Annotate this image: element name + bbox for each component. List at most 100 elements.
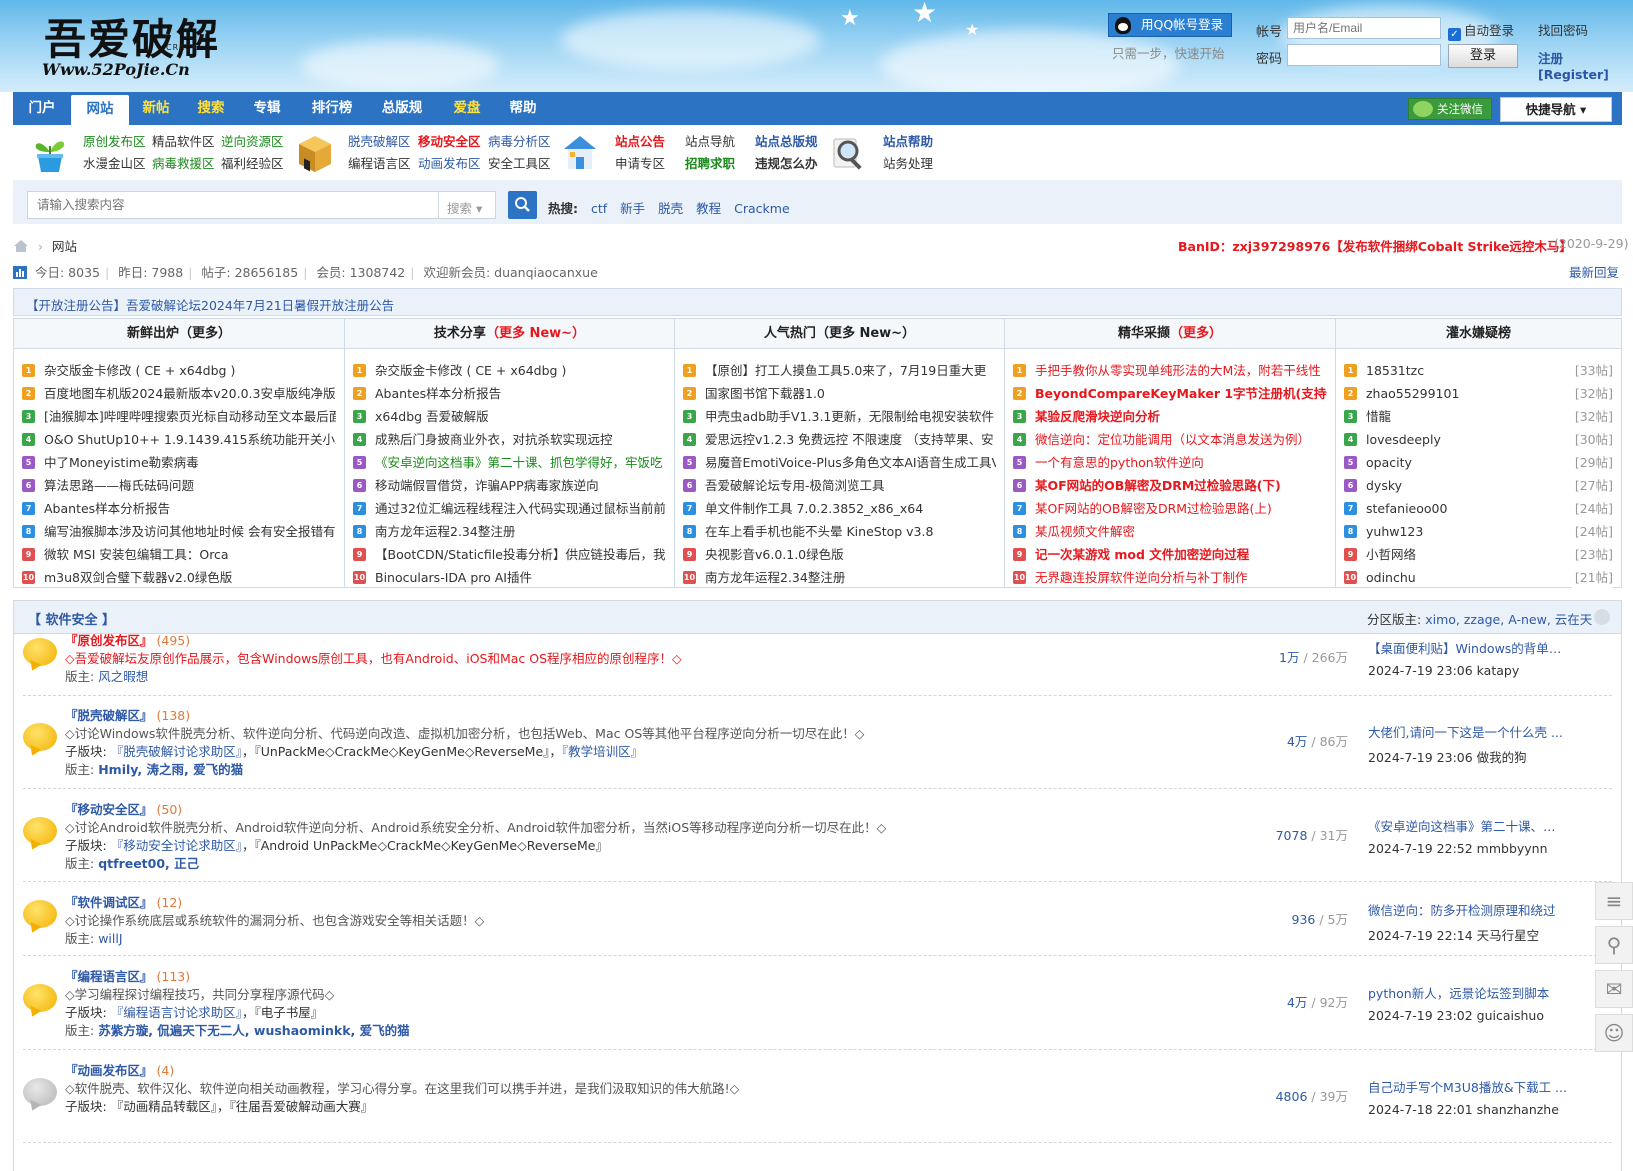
forum-name[interactable]: 『编程语言区』 [65, 969, 153, 984]
side-wechat-icon[interactable]: ✉ [1595, 970, 1633, 1008]
quick-jobs[interactable]: 招聘求职 [685, 153, 735, 172]
forum-moderators[interactable]: 风之暇想 [98, 669, 148, 684]
column-item[interactable]: 6 移动端假冒借贷，诈骗APP病毒家族逆向 [353, 474, 666, 497]
column-item[interactable]: 3 惜龍 [32帖] [1344, 405, 1613, 428]
last-post-meta[interactable]: 2024-7-19 22:14 天马行星空 [1368, 925, 1568, 944]
quick-site-navigation[interactable]: 站点导航 [685, 131, 735, 150]
subforum-link[interactable]: 『UnPackMe◇CrackMe◇KeyGenMe◇ReverseMe』 [254, 744, 549, 759]
quick-security-tools[interactable]: 安全工具区 [488, 153, 551, 172]
breadcrumb-current[interactable]: 网站 [52, 239, 77, 254]
forum-name[interactable]: 『动画发布区』 [65, 1063, 153, 1078]
quick-animation[interactable]: 动画发布区 [418, 153, 481, 172]
subforum-link[interactable]: 『往届吾爱破解动画大赛』 [229, 1099, 373, 1114]
nav-new-posts[interactable]: 新帖 [135, 92, 177, 125]
column-item[interactable]: 7 Abantes样本分析报告 [22, 497, 336, 520]
search-button[interactable] [508, 191, 537, 219]
column-item[interactable]: 4 爱思远控v1.2.3 免费远控 不限速度 （支持苹果、安 [683, 428, 996, 451]
nav-help[interactable]: 帮助 [501, 92, 545, 125]
quick-mobile-security[interactable]: 移动安全区 [418, 131, 481, 150]
forum-moderators[interactable]: 苏紫方璇, 侃遍天下无二人, wushaominkk, 爱飞的猫 [98, 1023, 409, 1038]
forum-moderators[interactable]: Hmily, 涛之雨, 爱飞的猫 [98, 762, 243, 777]
column-item[interactable]: 3 甲壳虫adb助手V1.3.1更新，无限制给电视安装软件 [683, 405, 996, 428]
quick-reverse-resources[interactable]: 逆向资源区 [221, 131, 284, 150]
site-logo[interactable]: 吾爱破解 CRACK Www.52PoJie.Cn [40, 8, 220, 80]
column-title[interactable]: 人气热门（更多 New~） [675, 319, 1004, 349]
nav-search[interactable]: 搜索 [189, 92, 233, 125]
column-item[interactable]: 8 在车上看手机也能不头晕 KineStop v3.8 [683, 520, 996, 543]
quick-site-affairs[interactable]: 站务处理 [883, 153, 933, 172]
column-item[interactable]: 9 央视影音v6.0.1.0绿色版 [683, 543, 996, 566]
forum-moderators[interactable]: qtfreet00, 正己 [98, 856, 199, 871]
last-post-meta[interactable]: 2024-7-19 23:02 guicaishuo [1368, 1008, 1568, 1023]
column-item[interactable]: 2 Abantes样本分析报告 [353, 382, 666, 405]
subforum-link[interactable]: 『教学培训区』 [562, 744, 643, 759]
password-input[interactable] [1287, 44, 1441, 66]
nav-rules[interactable]: 总版规 [373, 92, 431, 125]
last-post-meta[interactable]: 2024-7-18 22:01 shanzhanzhe [1368, 1102, 1568, 1117]
column-item[interactable]: 6 某OF网站的OB解密及DRM过检验思路(下) [1013, 474, 1327, 497]
quick-nav-button[interactable]: 快捷导航 ▾ [1500, 97, 1612, 122]
forum-name[interactable]: 『脱壳破解区』 [65, 708, 153, 723]
column-item[interactable]: 3 x64dbg 吾爱破解版 [353, 405, 666, 428]
register-link[interactable]: 注册[Register] [1538, 48, 1633, 82]
search-input[interactable] [27, 191, 439, 219]
column-item[interactable]: 6 吾爱破解论坛专用-极简浏览工具 [683, 474, 996, 497]
last-post-title[interactable]: python新人，远景论坛签到脚本 [1368, 983, 1568, 1002]
newest-member[interactable]: 欢迎新会员: duanqiaocanxue [423, 265, 597, 280]
column-item[interactable]: 4 lovesdeeply [30帖] [1344, 428, 1613, 451]
nav-aipan[interactable]: 爱盘 [445, 92, 489, 125]
search-type-select[interactable]: 搜索 ▾ [439, 191, 496, 219]
column-item[interactable]: 5 一个有意思的python软件逆向 [1013, 451, 1327, 474]
column-item[interactable]: 8 某瓜视频文件解密 [1013, 520, 1327, 543]
forum-name[interactable]: 『移动安全区』 [65, 802, 153, 817]
column-item[interactable]: 4 成熟后门身披商业外衣，对抗杀软实现远控 [353, 428, 666, 451]
registration-notice[interactable]: 【开放注册公告】吾爱破解论坛2024年7月21日暑假开放注册公告 [13, 288, 1622, 316]
column-title[interactable]: 技术分享（更多 New~） [345, 319, 674, 349]
forum-name[interactable]: 『软件调试区』 [65, 895, 153, 910]
subforum-link[interactable]: 『Android UnPackMe◇CrackMe◇KeyGenMe◇Rever… [254, 838, 607, 853]
last-post-title[interactable]: 【桌面便利贴】Windows的背单词 ... [1368, 638, 1568, 657]
last-post-title[interactable]: 大佬们,请问一下这是一个什么壳 ... [1368, 722, 1568, 741]
column-item[interactable]: 2 BeyondCompareKeyMaker 1字节注册机(支持全平 [1013, 382, 1327, 405]
nav-forum[interactable]: 网站 [71, 95, 129, 125]
column-item[interactable]: 10 Binoculars-IDA pro AI插件 [353, 566, 666, 589]
column-item[interactable]: 10 m3u8双剑合璧下载器v2.0绿色版 [22, 566, 336, 589]
column-title[interactable]: 精华采撷（更多） [1005, 319, 1335, 349]
column-item[interactable]: 8 南方龙年运程2.34整注册 [353, 520, 666, 543]
subforum-link[interactable]: 『移动安全讨论求助区』 [111, 838, 242, 853]
quick-violation[interactable]: 违规怎么办 [755, 153, 818, 172]
last-post-meta[interactable]: 2024-7-19 22:52 mmbbyynn [1368, 841, 1568, 856]
hot-search-link[interactable]: Crackme [734, 201, 790, 216]
column-title[interactable]: 灌水嫌疑榜 [1336, 319, 1621, 349]
column-item[interactable]: 8 yuhw123 [24帖] [1344, 520, 1613, 543]
forum-name[interactable]: 『原创发布区』 [65, 633, 153, 648]
column-item[interactable]: 5 《安卓逆向这档事》第二十课、抓包学得好，牢饭吃 [353, 451, 666, 474]
follow-wechat-button[interactable]: 关注微信 [1408, 98, 1492, 120]
column-item[interactable]: 4 O&O ShutUp10++ 1.9.1439.415系统功能开关小工具 [22, 428, 336, 451]
quick-site-announcement[interactable]: 站点公告 [615, 131, 665, 150]
quick-original-release[interactable]: 原创发布区 [83, 131, 146, 150]
hot-search-link[interactable]: 教程 [696, 201, 721, 216]
column-item[interactable]: 3 [油猴脚本]哔哩哔哩搜索页光标自动移动至文本最后面 [22, 405, 336, 428]
column-item[interactable]: 7 单文件制作工具 7.0.2.3852_x86_x64 [683, 497, 996, 520]
login-button[interactable]: 登录 [1448, 44, 1518, 68]
last-post-title[interactable]: 自己动手写个M3U8播放&下载工 ... [1368, 1077, 1568, 1096]
hot-search-link[interactable]: ctf [591, 201, 607, 216]
column-item[interactable]: 6 dysky [27帖] [1344, 474, 1613, 497]
column-item[interactable]: 9 记一次某游戏 mod 文件加密逆向过程 [1013, 543, 1327, 566]
column-item[interactable]: 7 通过32位汇编远程线程注入代码实现通过鼠标当前前位 [353, 497, 666, 520]
quick-apply-zone[interactable]: 申请专区 [615, 153, 665, 172]
column-item[interactable]: 7 stefanieoo00 [24帖] [1344, 497, 1613, 520]
column-item[interactable]: 9 微软 MSI 安装包编辑工具：Orca [22, 543, 336, 566]
subforum-link[interactable]: 『电子书屋』 [254, 1005, 323, 1020]
column-item[interactable]: 2 zhao55299101 [32帖] [1344, 382, 1613, 405]
column-item[interactable]: 1 杂交版金卡修改 ( CE + x64dbg ) [22, 359, 336, 382]
subforum-link[interactable]: 『脱壳破解讨论求助区』 [111, 744, 242, 759]
quick-water-zone[interactable]: 水漫金山区 [83, 153, 146, 172]
column-title[interactable]: 新鲜出炉（更多） [14, 319, 344, 349]
qq-login-button[interactable]: 用QQ帐号登录 [1108, 13, 1232, 37]
column-item[interactable]: 10 无界趣连投屏软件逆向分析与补丁制作 [1013, 566, 1327, 589]
quick-programming[interactable]: 编程语言区 [348, 153, 411, 172]
column-item[interactable]: 1 18531tzc [33帖] [1344, 359, 1613, 382]
latest-replies-link[interactable]: 最新回复 [1569, 262, 1619, 281]
